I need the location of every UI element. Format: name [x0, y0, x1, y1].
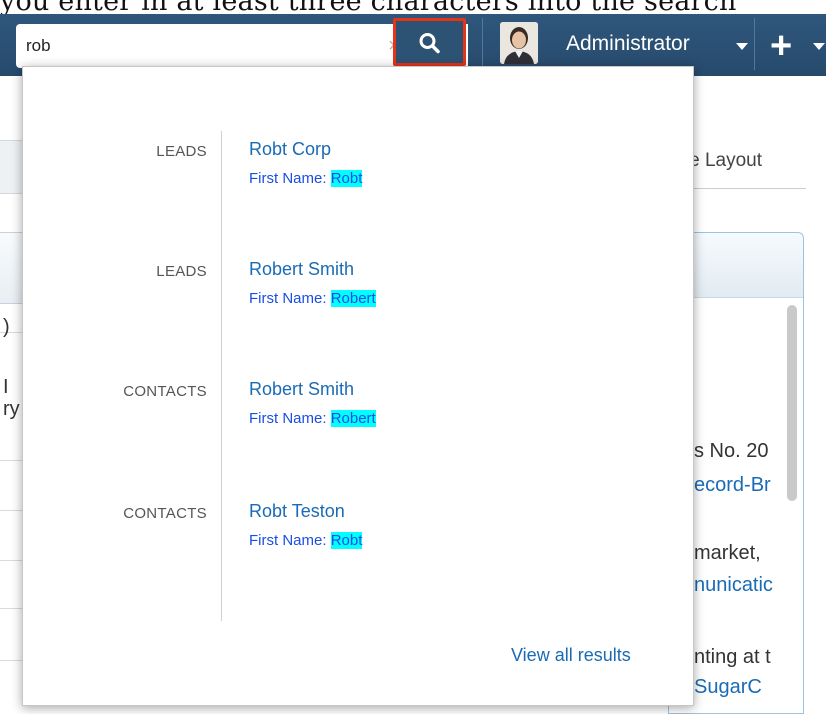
background-divider — [0, 510, 22, 511]
caret-down-icon[interactable] — [813, 43, 825, 50]
search-icon — [419, 33, 440, 54]
dashlet-scrollbar[interactable] — [787, 305, 797, 501]
result-field-label: First Name: — [249, 170, 327, 187]
background-divider — [0, 608, 22, 609]
result-match-field: First Name: Robt — [249, 170, 363, 187]
background-tab — [0, 232, 23, 304]
background-divider — [0, 660, 22, 661]
result-match-field: First Name: Robt — [249, 532, 363, 549]
header-divider — [482, 18, 483, 70]
result-module-label: CONTACTS — [123, 383, 207, 400]
result-title-link[interactable]: Robert Smith — [249, 259, 354, 280]
result-match-highlight: Robt — [330, 170, 363, 187]
result-match-highlight: Robert — [330, 290, 376, 307]
background-text-fragment: nting at t — [694, 646, 771, 668]
result-match-field: First Name: Robert — [249, 290, 376, 307]
result-field-label: First Name: — [249, 410, 327, 427]
background-link-fragment[interactable]: SugarC — [694, 676, 794, 699]
result-field-label: First Name: — [249, 290, 327, 307]
result-title-link[interactable]: Robert Smith — [249, 379, 354, 400]
caret-down-icon[interactable] — [736, 43, 748, 50]
background-text-fragment: ry — [3, 398, 20, 420]
background-text-fragment: s No. 20 — [694, 440, 769, 462]
search-result-item[interactable]: LEADS Robt Corp First Name: Robt — [23, 139, 695, 209]
result-match-highlight: Robt — [330, 532, 363, 549]
search-result-item[interactable]: CONTACTS Robt Teston First Name: Robt — [23, 501, 695, 571]
result-field-label: First Name: — [249, 532, 327, 549]
plus-icon[interactable]: + — [770, 26, 792, 66]
result-title-link[interactable]: Robt Corp — [249, 139, 331, 160]
background-link-fragment[interactable]: ecord-Br — [694, 474, 794, 497]
background-text-fragment: ) — [3, 316, 10, 338]
result-title-link[interactable]: Robt Teston — [249, 501, 345, 522]
user-menu-label[interactable]: Administrator — [566, 32, 690, 56]
background-text-fragment: market, — [694, 542, 761, 564]
background-panel — [0, 140, 23, 194]
background-divider — [0, 460, 22, 461]
search-result-item[interactable]: LEADS Robert Smith First Name: Robert — [23, 259, 695, 329]
avatar[interactable] — [500, 22, 538, 64]
search-result-item[interactable]: CONTACTS Robert Smith First Name: Robert — [23, 379, 695, 449]
result-module-label: LEADS — [156, 263, 207, 280]
global-search-input[interactable] — [16, 24, 376, 68]
view-all-results-link[interactable]: View all results — [511, 645, 631, 666]
background-divider — [0, 560, 22, 561]
search-button[interactable] — [393, 18, 466, 66]
search-results-dropdown: LEADS Robt Corp First Name: Robt LEADS R… — [22, 66, 694, 706]
result-match-field: First Name: Robert — [249, 410, 376, 427]
header-divider — [754, 18, 755, 70]
background-link-fragment[interactable]: nunicatic — [694, 574, 794, 597]
result-match-highlight: Robert — [330, 410, 376, 427]
user-avatar-icon — [500, 22, 538, 64]
background-text-fragment: I — [3, 376, 9, 398]
result-module-label: CONTACTS — [123, 505, 207, 522]
result-module-label: LEADS — [156, 143, 207, 160]
